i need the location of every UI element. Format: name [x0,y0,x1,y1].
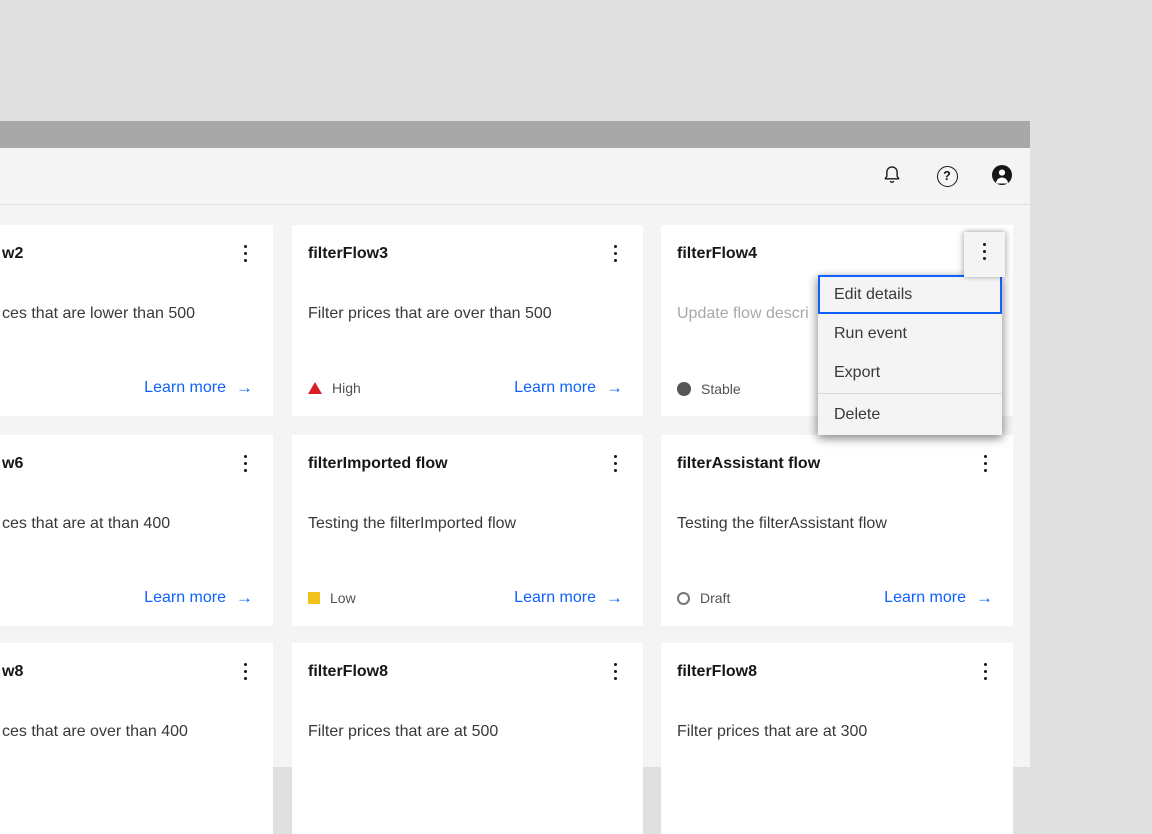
card-title: filterImported flow [308,453,448,475]
help-icon: ? [937,166,958,187]
arrow-right-icon: → [606,590,623,606]
status-badge: High [308,380,361,396]
card-description: Filter prices that are at 500 [308,721,498,742]
card-title: filterAssistant flow [677,453,820,475]
card-description: Filter prices that are over than 500 [308,303,552,324]
window-titlebar [0,121,1030,148]
card-title: w2 [2,243,23,265]
notifications-button[interactable] [881,165,903,187]
flow-card[interactable]: filterFlow8 Filter prices that are at 50… [292,643,643,834]
arrow-right-icon: → [976,590,993,606]
overflow-menu-button[interactable] [969,655,1001,687]
card-title: filterFlow4 [677,243,757,265]
flow-card[interactable]: filterFlow3 Filter prices that are over … [292,225,643,416]
cards-grid: w2 ces that are lower than 500 Learn mor… [0,205,1030,767]
kebab-icon [614,455,617,472]
app-header: ? [0,148,1030,205]
card-title: filterFlow8 [677,661,757,683]
user-avatar-icon [991,164,1013,189]
kebab-icon [983,243,986,260]
overflow-menu-button-open[interactable] [964,232,1005,277]
status-badge: Low [308,590,356,606]
overflow-menu-button[interactable] [969,447,1001,479]
status-badge: Stable [677,381,741,397]
card-description: Testing the filterImported flow [308,513,516,534]
high-priority-icon [308,382,322,394]
low-priority-icon [308,592,320,604]
menu-divider [818,393,1002,394]
card-description: Filter prices that are at 300 [677,721,867,742]
card-title: filterFlow8 [308,661,388,683]
arrow-right-icon: → [236,380,253,396]
menu-item-run-event[interactable]: Run event [818,314,1002,353]
learn-more-link[interactable]: Learn more → [514,589,623,607]
status-badge: Draft [677,590,730,606]
card-description: ces that are over than 400 [2,721,188,742]
overflow-menu-button[interactable] [229,237,261,269]
flow-card[interactable]: filterAssistant flow Testing the filterA… [661,435,1013,626]
flow-card[interactable]: w8 ces that are over than 400 [0,643,273,834]
overflow-menu-button[interactable] [229,447,261,479]
card-title: w6 [2,453,23,475]
learn-more-link[interactable]: Learn more → [144,379,253,397]
desktop: { "titlebar": { "color": "#a8a8a8" }, "h… [0,0,1152,767]
kebab-icon [614,663,617,680]
flow-card[interactable]: w2 ces that are lower than 500 Learn mor… [0,225,273,416]
overflow-menu: Edit details Run event Export Delete [818,275,1002,435]
app-window: ? w2 ces that are lower than 500 [0,121,1030,767]
stable-status-icon [677,382,691,396]
card-title: filterFlow3 [308,243,388,265]
kebab-icon [244,245,247,262]
kebab-icon [614,245,617,262]
flow-card[interactable]: filterFlow8 Filter prices that are at 30… [661,643,1013,834]
card-description: Update flow descri [677,303,809,324]
user-avatar-button[interactable] [991,165,1013,187]
arrow-right-icon: → [236,590,253,606]
menu-item-delete[interactable]: Delete [818,395,1002,435]
card-title: w8 [2,661,23,683]
learn-more-link[interactable]: Learn more → [144,589,253,607]
overflow-menu-button[interactable] [599,447,631,479]
learn-more-link[interactable]: Learn more → [514,379,623,397]
menu-item-export[interactable]: Export [818,353,1002,392]
kebab-icon [244,455,247,472]
kebab-icon [984,663,987,680]
bell-icon [881,164,903,189]
help-button[interactable]: ? [936,165,958,187]
card-description: ces that are at than 400 [2,513,170,534]
menu-item-edit-details[interactable]: Edit details [818,275,1002,314]
card-description: ces that are lower than 500 [2,303,195,324]
arrow-right-icon: → [606,380,623,396]
kebab-icon [244,663,247,680]
flow-card[interactable]: w6 ces that are at than 400 Learn more → [0,435,273,626]
overflow-menu-button[interactable] [229,655,261,687]
kebab-icon [984,455,987,472]
overflow-menu-button[interactable] [599,655,631,687]
flow-card[interactable]: filterImported flow Testing the filterIm… [292,435,643,626]
card-description: Testing the filterAssistant flow [677,513,887,534]
draft-status-icon [677,592,690,605]
learn-more-link[interactable]: Learn more → [884,589,993,607]
overflow-menu-button[interactable] [599,237,631,269]
